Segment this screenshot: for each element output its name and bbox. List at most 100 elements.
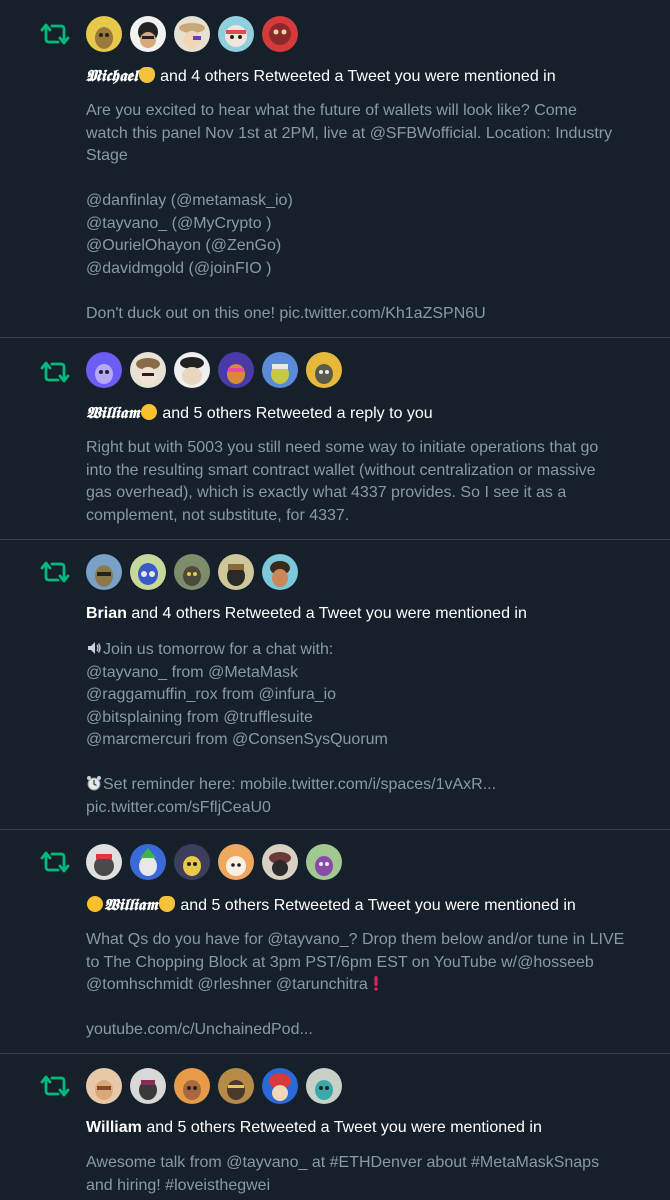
- text-line: to The Chopping Block at 3pm PST/6pm EST…: [86, 953, 594, 971]
- avatar[interactable]: [86, 1068, 122, 1104]
- avatar-row: [86, 1068, 342, 1104]
- headline-text: and 4 others Retweeted a Tweet you were …: [160, 68, 556, 85]
- avatar[interactable]: [306, 844, 342, 880]
- text-line: youtube.com/c/UnchainedPod...: [86, 1021, 313, 1038]
- avatar[interactable]: [174, 554, 210, 590]
- notification-headline: 𝕸𝖎𝖈𝖍𝖆𝖊𝖑 and 4 others Retweeted a Tweet y…: [86, 66, 556, 87]
- avatar[interactable]: [174, 844, 210, 880]
- avatar[interactable]: [86, 16, 122, 52]
- headline-text: and 5 others Retweeted a reply to you: [162, 405, 433, 422]
- text-line: @bitsplaining from @trufflesuite: [86, 708, 313, 726]
- avatar[interactable]: [306, 352, 342, 388]
- notification-headline: Brian and 4 others Retweeted a Tweet you…: [86, 604, 527, 624]
- avatar-row: [86, 352, 342, 388]
- text-line: watch this panel Nov 1st at 2PM, live at…: [86, 124, 613, 142]
- red-exclamation-icon: [374, 976, 378, 991]
- notification-item[interactable]: 𝖂𝖎𝖑𝖑𝖎𝖆𝖒 and 5 others Retweeted a reply t…: [0, 338, 670, 540]
- text-line: @danfinlay (@metamask_io): [86, 192, 293, 209]
- user-name[interactable]: 𝖂𝖎𝖑𝖑𝖎𝖆𝖒: [86, 403, 140, 422]
- text-line: @tayvano_ (@MyCrypto ): [86, 214, 272, 232]
- headline-text: and 5 others Retweeted a Tweet you were …: [146, 1119, 542, 1136]
- retweet-icon: [40, 23, 70, 45]
- text-line: @tayvano_ from @MetaMask: [86, 663, 299, 681]
- avatar[interactable]: [130, 352, 166, 388]
- notification-headline: 𝖂𝖎𝖑𝖑𝖎𝖆𝖒 and 5 others Retweeted a reply t…: [86, 403, 433, 424]
- avatar[interactable]: [218, 554, 254, 590]
- text-line: @raggamuffin_rox from @infura_io: [86, 686, 337, 703]
- text-line: Awesome talk from @tayvano_ at #ETHDenve…: [86, 1154, 600, 1171]
- avatar[interactable]: [218, 844, 254, 880]
- text-line: What Qs do you have for @tayvano_? Drop …: [86, 931, 625, 948]
- text-line: [86, 997, 656, 1020]
- tweet-text[interactable]: Awesome talk from @tayvano_ at #ETHDenve…: [86, 1152, 656, 1197]
- avatar[interactable]: [218, 352, 254, 388]
- text-line: Set reminder here: mobile.twitter.com/i/…: [86, 774, 656, 797]
- avatar-row: [86, 16, 298, 52]
- notification-item[interactable]: 𝖂𝖎𝖑𝖑𝖎𝖆𝖒 and 5 others Retweeted a Tweet y…: [0, 830, 670, 1054]
- avatar[interactable]: [130, 844, 166, 880]
- notifications-timeline: 𝕸𝖎𝖈𝖍𝖆𝖊𝖑 and 4 others Retweeted a Tweet y…: [0, 0, 670, 1200]
- text-line: Stage: [86, 147, 128, 164]
- text-line: @tomhschmidt @rleshner @tarunchitra: [86, 974, 656, 997]
- notification-headline: 𝖂𝖎𝖑𝖑𝖎𝖆𝖒 and 5 others Retweeted a Tweet y…: [86, 895, 576, 916]
- alarm-clock-icon: [87, 776, 101, 791]
- text-line: and hiring! #loveisthegwei: [86, 1176, 271, 1194]
- text-line: [86, 168, 656, 191]
- avatar[interactable]: [86, 352, 122, 388]
- avatar[interactable]: [174, 352, 210, 388]
- user-name[interactable]: William: [86, 1119, 142, 1136]
- user-name[interactable]: 𝕸𝖎𝖈𝖍𝖆𝖊𝖑: [86, 66, 138, 85]
- avatar-row: [86, 554, 298, 590]
- avatar[interactable]: [218, 1068, 254, 1104]
- text-line-content: Join us tomorrow for a chat with:: [103, 641, 334, 658]
- text-line: Right but with 5003 you still need some …: [86, 439, 599, 456]
- text-line: @marcmercuri from @ConsenSysQuorum: [86, 731, 388, 748]
- text-line-content: @tomhschmidt @rleshner @tarunchitra: [86, 976, 368, 993]
- avatar[interactable]: [174, 1068, 210, 1104]
- user-name[interactable]: Brian: [86, 605, 127, 622]
- avatar[interactable]: [174, 16, 210, 52]
- avatar[interactable]: [262, 554, 298, 590]
- notification-item[interactable]: Brian and 4 others Retweeted a Tweet you…: [0, 540, 670, 830]
- headline-text: and 4 others Retweeted a Tweet you were …: [131, 605, 527, 622]
- retweet-icon: [40, 561, 70, 583]
- avatar[interactable]: [86, 844, 122, 880]
- avatar[interactable]: [262, 352, 298, 388]
- notification-item[interactable]: William and 5 others Retweeted a Tweet y…: [0, 1054, 670, 1200]
- headline-text: and 5 others Retweeted a Tweet you were …: [180, 897, 576, 914]
- heart-eyes-emoji-icon: [87, 896, 103, 912]
- text-line: [86, 752, 656, 775]
- avatar[interactable]: [130, 1068, 166, 1104]
- avatar[interactable]: [306, 1068, 342, 1104]
- retweet-icon: [40, 1075, 70, 1097]
- tweet-text[interactable]: Are you excited to hear what the future …: [86, 100, 656, 325]
- avatar[interactable]: [262, 16, 298, 52]
- text-line: [86, 280, 656, 303]
- text-line: @OurielOhayon (@ZenGo): [86, 237, 282, 254]
- avatar[interactable]: [262, 844, 298, 880]
- text-line: pic.twitter.com/sFfljCeaU0: [86, 798, 271, 816]
- text-line: Are you excited to hear what the future …: [86, 102, 577, 119]
- text-line: Don't duck out on this one! pic.twitter.…: [86, 304, 486, 322]
- relieved-face-emoji-icon: [140, 404, 157, 420]
- text-line: into the resulting smart contract wallet…: [86, 461, 596, 479]
- text-line-content: Set reminder here: mobile.twitter.com/i/…: [103, 776, 497, 793]
- user-name[interactable]: 𝖂𝖎𝖑𝖑𝖎𝖆𝖒: [104, 895, 158, 914]
- tweet-text[interactable]: Right but with 5003 you still need some …: [86, 437, 656, 527]
- notification-headline: William and 5 others Retweeted a Tweet y…: [86, 1118, 542, 1138]
- speaker-icon: [88, 642, 101, 654]
- avatar[interactable]: [262, 1068, 298, 1104]
- avatar-row: [86, 844, 342, 880]
- avatar[interactable]: [86, 554, 122, 590]
- tweet-text[interactable]: What Qs do you have for @tayvano_? Drop …: [86, 929, 656, 1042]
- avatar[interactable]: [130, 16, 166, 52]
- retweet-icon: [40, 361, 70, 383]
- tweet-text[interactable]: Join us tomorrow for a chat with: @tayva…: [86, 639, 656, 819]
- retweet-icon: [40, 851, 70, 873]
- cat-emoji-icon: [138, 67, 155, 83]
- avatar[interactable]: [218, 16, 254, 52]
- avatar[interactable]: [130, 554, 166, 590]
- notification-item[interactable]: 𝕸𝖎𝖈𝖍𝖆𝖊𝖑 and 4 others Retweeted a Tweet y…: [0, 0, 670, 338]
- cat-emoji-icon: [158, 896, 175, 912]
- text-line: gas overhead), which is exactly what 433…: [86, 484, 567, 501]
